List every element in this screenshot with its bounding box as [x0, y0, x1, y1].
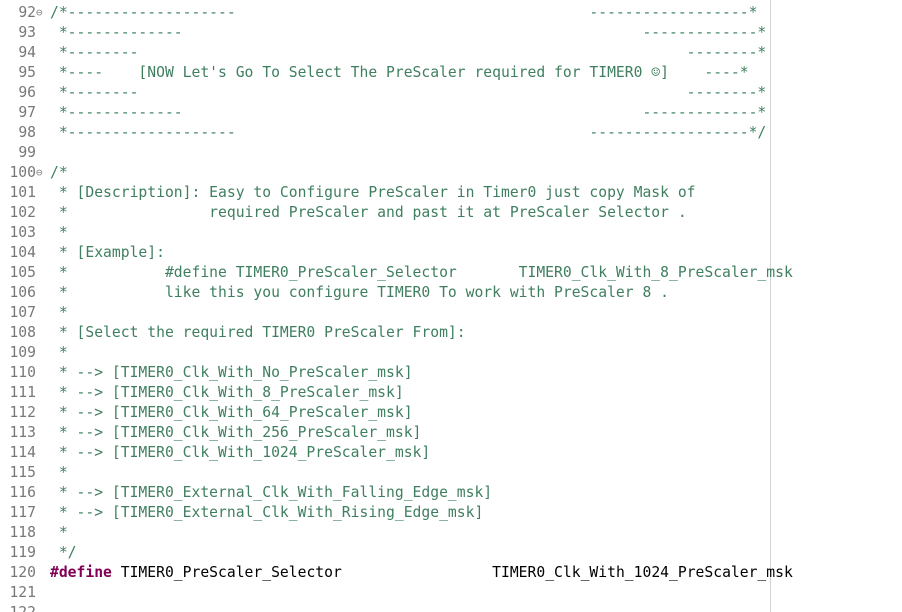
- code-line[interactable]: 116 * --> [TIMER0_External_Clk_With_Fall…: [0, 483, 902, 503]
- line-number: 92: [18, 4, 36, 21]
- line-number: 111: [9, 384, 36, 401]
- code-line[interactable]: 121: [0, 583, 902, 603]
- comment-text: * [Select the required TIMER0 PreScaler …: [50, 324, 466, 341]
- comment-text: * --> [TIMER0_Clk_With_1024_PreScaler_ms…: [50, 444, 431, 461]
- macro-name: TIMER0_PreScaler_Selector: [111, 564, 342, 581]
- line-number: 105: [9, 264, 36, 281]
- code-line[interactable]: 106 * like this you configure TIMER0 To …: [0, 283, 902, 303]
- code-line[interactable]: 104 * [Example]:: [0, 243, 902, 263]
- line-number: 93: [18, 24, 36, 41]
- code-line[interactable]: 105 * #define TIMER0_PreScaler_Selector …: [0, 263, 902, 283]
- comment-text: *-------- --------*: [50, 44, 767, 61]
- code-line[interactable]: 115 *: [0, 463, 902, 483]
- define-statement: #define TIMER0_PreScaler_Selector TIMER0…: [50, 563, 793, 583]
- line-number: 121: [9, 584, 36, 601]
- code-line[interactable]: 97 *------------- -------------*: [0, 103, 902, 123]
- line-number: 102: [9, 204, 36, 221]
- define-keyword: #define: [50, 564, 112, 581]
- comment-text: * #define TIMER0_PreScaler_Selector TIME…: [50, 264, 793, 281]
- comment-text: * --> [TIMER0_External_Clk_With_Rising_E…: [50, 504, 484, 521]
- code-line[interactable]: 102 * required PreScaler and past it at …: [0, 203, 902, 223]
- line-number: 99: [18, 144, 36, 161]
- line-number: 104: [9, 244, 36, 261]
- line-number: 98: [18, 124, 36, 141]
- line-number: 95: [18, 64, 36, 81]
- comment-text: * required PreScaler and past it at PreS…: [50, 204, 687, 221]
- line-number: 110: [9, 364, 36, 381]
- macro-spacer: [342, 564, 492, 581]
- code-line[interactable]: 92 ⊖ /*------------------- -------------…: [0, 3, 902, 23]
- code-line[interactable]: 93 *------------- -------------*: [0, 23, 902, 43]
- comment-text: * [Example]:: [50, 244, 165, 261]
- comment-text: *------------------- ------------------*…: [50, 124, 767, 141]
- code-editor[interactable]: 92 ⊖ /*------------------- -------------…: [0, 0, 902, 612]
- code-line[interactable]: 117 * --> [TIMER0_External_Clk_With_Risi…: [0, 503, 902, 523]
- code-line[interactable]: 110 * --> [TIMER0_Clk_With_No_PreScaler_…: [0, 363, 902, 383]
- line-number: 114: [9, 444, 36, 461]
- comment-text: *------------- -------------*: [50, 24, 767, 41]
- code-line[interactable]: 98 *------------------- ----------------…: [0, 123, 902, 143]
- line-number: 107: [9, 304, 36, 321]
- code-line[interactable]: 109 *: [0, 343, 902, 363]
- line-number: 97: [18, 104, 36, 121]
- comment-text: *: [50, 344, 68, 361]
- line-number: 100: [9, 164, 36, 181]
- comment-text: *: [50, 224, 68, 241]
- code-line[interactable]: 107 *: [0, 303, 902, 323]
- line-number: 101: [9, 184, 36, 201]
- comment-text: *------------- -------------*: [50, 104, 767, 121]
- code-line[interactable]: 108 * [Select the required TIMER0 PreSca…: [0, 323, 902, 343]
- line-number: 120: [9, 564, 36, 581]
- fold-collapse-icon[interactable]: ⊖: [36, 163, 48, 183]
- line-number: 108: [9, 324, 36, 341]
- line-number: 118: [9, 524, 36, 541]
- line-number: 96: [18, 84, 36, 101]
- comment-text: *---- [NOW Let's Go To Select The PreSca…: [50, 64, 749, 81]
- line-number: 122: [0, 603, 36, 612]
- fold-collapse-icon[interactable]: ⊖: [36, 3, 48, 23]
- comment-text: * like this you configure TIMER0 To work…: [50, 284, 669, 301]
- comment-text: * --> [TIMER0_External_Clk_With_Falling_…: [50, 484, 493, 501]
- line-number: 117: [9, 504, 36, 521]
- code-line[interactable]: 103 *: [0, 223, 902, 243]
- comment-text: *: [50, 524, 68, 541]
- line-number: 112: [9, 404, 36, 421]
- macro-value: TIMER0_Clk_With_1024_PreScaler_msk: [492, 564, 793, 581]
- line-number: 116: [9, 484, 36, 501]
- code-line[interactable]: 112 * --> [TIMER0_Clk_With_64_PreScaler_…: [0, 403, 902, 423]
- comment-text: */: [50, 544, 77, 561]
- line-number: 103: [9, 224, 36, 241]
- code-line[interactable]: 99: [0, 143, 902, 163]
- comment-text: * --> [TIMER0_Clk_With_8_PreScaler_msk]: [50, 384, 404, 401]
- comment-text: *-------- --------*: [50, 84, 767, 101]
- code-line[interactable]: 119 */: [0, 543, 902, 563]
- code-line[interactable]: 95 *---- [NOW Let's Go To Select The Pre…: [0, 63, 902, 83]
- code-line[interactable]: 113 * --> [TIMER0_Clk_With_256_PreScaler…: [0, 423, 902, 443]
- line-number: 94: [18, 44, 36, 61]
- line-number: 113: [9, 424, 36, 441]
- comment-text: * --> [TIMER0_Clk_With_64_PreScaler_msk]: [50, 404, 413, 421]
- code-line[interactable]: 96 *-------- --------*: [0, 83, 902, 103]
- code-line[interactable]: 100 ⊖ /*: [0, 163, 902, 183]
- comment-text: /*------------------- ------------------…: [50, 4, 758, 21]
- line-number: 106: [9, 284, 36, 301]
- code-line[interactable]: 114 * --> [TIMER0_Clk_With_1024_PreScale…: [0, 443, 902, 463]
- comment-text: * [Description]: Easy to Configure PreSc…: [50, 184, 696, 201]
- line-number: 115: [9, 464, 36, 481]
- code-line[interactable]: 94 *-------- --------*: [0, 43, 902, 63]
- code-line-define[interactable]: 120 #define TIMER0_PreScaler_Selector TI…: [0, 563, 902, 583]
- code-line[interactable]: 101 * [Description]: Easy to Configure P…: [0, 183, 902, 203]
- line-number: 119: [9, 544, 36, 561]
- code-line[interactable]: 122: [0, 603, 902, 612]
- comment-text: /*: [50, 164, 68, 181]
- code-line[interactable]: 118 *: [0, 523, 902, 543]
- comment-text: * --> [TIMER0_Clk_With_256_PreScaler_msk…: [50, 424, 422, 441]
- line-number: 109: [9, 344, 36, 361]
- code-line[interactable]: 111 * --> [TIMER0_Clk_With_8_PreScaler_m…: [0, 383, 902, 403]
- comment-text: * --> [TIMER0_Clk_With_No_PreScaler_msk]: [50, 364, 413, 381]
- comment-text: *: [50, 464, 68, 481]
- comment-text: *: [50, 304, 68, 321]
